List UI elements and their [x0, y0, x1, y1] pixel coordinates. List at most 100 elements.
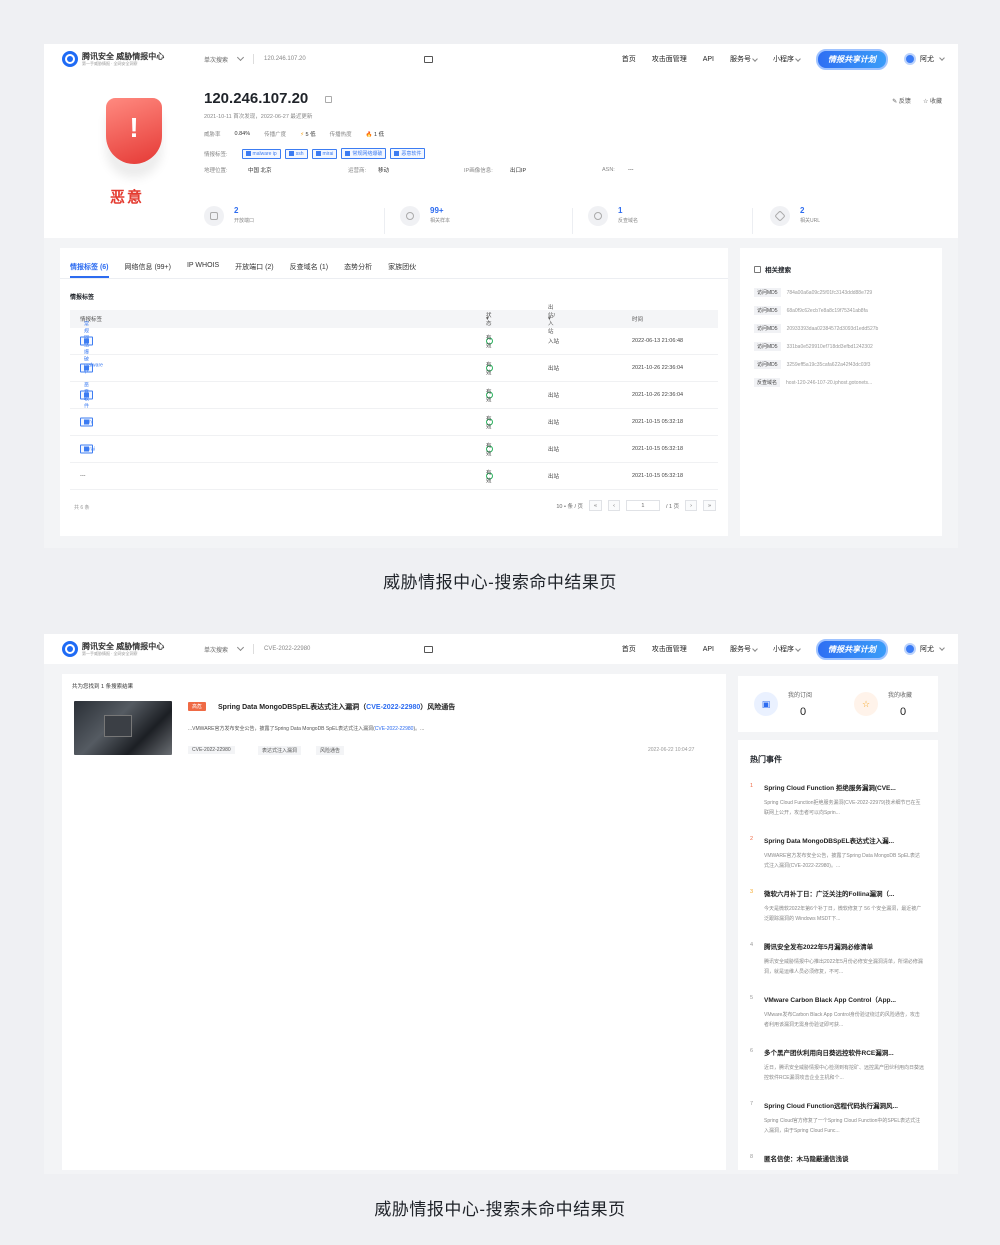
- direction-cell: 出站: [548, 393, 560, 399]
- my-favorites[interactable]: ☆ 我的收藏 0: [838, 686, 938, 726]
- tag-badge[interactable]: 常规网络爆破: [80, 321, 93, 362]
- ipinfo-value: 出口IP: [510, 168, 527, 174]
- stat-value: 2: [800, 206, 805, 215]
- logo[interactable]: 腾讯安全 威胁情报中心 第一手威胁情报 · 全网安全洞察: [62, 51, 190, 67]
- result-tag[interactable]: 表达式注入漏洞: [258, 746, 302, 755]
- related-value: 20933393daa02384572d3093d1edd527b: [786, 325, 879, 332]
- subscribe-icon: ▣: [754, 692, 778, 716]
- tag-label: 恶意软件: [401, 151, 422, 157]
- favorite-button[interactable]: ☆ 收藏: [923, 96, 942, 105]
- time-cell: 2021-10-26 22:36:04: [632, 365, 684, 371]
- search-input[interactable]: CVE-2022-22980: [264, 646, 414, 652]
- stat-urls[interactable]: 2 相关URL: [770, 206, 820, 226]
- tab-intel-tags[interactable]: 情报标签 (6): [70, 262, 109, 278]
- top-header: 腾讯安全 威胁情报中心 第一手威胁情报 · 全网安全洞察 单次搜索 120.24…: [44, 44, 958, 74]
- page-size-select[interactable]: 10 • 条 / 页: [556, 502, 583, 510]
- col-direction[interactable]: 出站/入站 ▾: [548, 305, 555, 335]
- chevron-down-icon[interactable]: [236, 643, 245, 652]
- article-thumbnail[interactable]: [74, 701, 172, 755]
- search-type-select[interactable]: 单次搜索: [204, 645, 228, 654]
- tab-network-info[interactable]: 网络信息 (99+): [125, 262, 171, 278]
- tag-badge[interactable]: mirai: [80, 444, 95, 454]
- nav-home[interactable]: 首页: [622, 54, 636, 64]
- nav-attack-surface[interactable]: 攻击面管理: [652, 644, 687, 654]
- tag-ssh[interactable]: ssh: [284, 148, 308, 159]
- nav-service-account[interactable]: 服务号: [730, 644, 758, 654]
- tag-malware-ip[interactable]: malware ip: [241, 148, 281, 159]
- stat-domains[interactable]: 1 反查域名: [588, 206, 638, 226]
- nav-api[interactable]: API: [703, 56, 714, 63]
- time-cell: 2022-06-13 21:06:48: [632, 338, 684, 344]
- related-item[interactable]: 访问MD5 68a0f9c62ecb7e8a8c19f75341ab8fa: [754, 306, 868, 315]
- tag-badge[interactable]: ssh: [80, 417, 93, 427]
- hot-event-title: VMware Carbon Black App Control（App...: [764, 997, 896, 1004]
- share-plan-button[interactable]: 情报共享计划: [816, 48, 888, 70]
- last-page-button[interactable]: »: [702, 500, 716, 511]
- related-item[interactable]: 访问MD5 784a00a6a09c25f01fc3143ddd88e729: [754, 288, 872, 297]
- port-icon: [204, 206, 224, 226]
- col-status[interactable]: 状态 ▾: [486, 313, 492, 327]
- search-input[interactable]: 120.246.107.20: [264, 56, 414, 62]
- result-tag[interactable]: 风险通告: [316, 746, 345, 755]
- tag-brute-force[interactable]: 常规网络爆破: [341, 148, 387, 159]
- chevron-down-icon: [795, 56, 801, 62]
- search-bar[interactable]: 单次搜索 120.246.107.20: [204, 53, 434, 64]
- my-subscriptions[interactable]: ▣ 我的订阅 0: [738, 686, 838, 726]
- tab-ip-whois[interactable]: IP WHOIS: [187, 262, 219, 278]
- folder-icon[interactable]: [424, 645, 434, 653]
- page-total: / 1 页: [665, 503, 680, 510]
- tags-label: 情报标签:: [204, 151, 228, 158]
- result-tag[interactable]: CVE-2022-22980: [188, 746, 235, 754]
- rank: 6: [750, 1048, 754, 1054]
- first-page-button[interactable]: «: [589, 500, 603, 511]
- nav-service-account[interactable]: 服务号: [730, 54, 758, 64]
- spread-label: 传播广度: [264, 132, 287, 138]
- favorite-label: 收藏: [929, 99, 942, 105]
- result-title[interactable]: Spring Data MongoDBSpEL表达式注入漏洞（CVE-2022-…: [218, 702, 455, 712]
- next-page-button[interactable]: ›: [685, 500, 697, 511]
- nav-mini-program[interactable]: 小程序: [773, 644, 801, 654]
- tag-badge[interactable]: malware ip: [80, 362, 103, 374]
- tab-family[interactable]: 家族团伙: [388, 262, 416, 278]
- related-item[interactable]: 访问MD5 331ba0e529910ef718dd3efbd1242302: [754, 342, 873, 351]
- threat-rate-label: 威胁率: [204, 132, 221, 138]
- tab-situation[interactable]: 态势分析: [344, 262, 372, 278]
- nav-home[interactable]: 首页: [622, 644, 636, 654]
- related-item[interactable]: 访问MD5 3259eff5a19c35cafa622a42f43dc03f3: [754, 360, 870, 369]
- tag-mirai[interactable]: mirai: [311, 148, 338, 159]
- table-header: 情报标签 状态 ▾ 出站/入站 ▾ 时间: [70, 305, 718, 335]
- folder-icon[interactable]: [424, 55, 434, 63]
- nav-attack-surface[interactable]: 攻击面管理: [652, 54, 687, 64]
- user-menu[interactable]: 阿尤: [904, 643, 945, 655]
- stat-open-ports[interactable]: 2 开放端口: [204, 206, 254, 226]
- fav-count: 0: [800, 706, 807, 718]
- related-search-card: 相关搜索 访问MD5 784a00a6a09c25f01fc3143ddd88e7…: [740, 248, 942, 536]
- chevron-down-icon[interactable]: [236, 53, 245, 62]
- tab-open-ports[interactable]: 开放端口 (2): [235, 262, 274, 278]
- prev-page-button[interactable]: ‹: [608, 500, 620, 511]
- nav-api[interactable]: API: [703, 646, 714, 653]
- related-item[interactable]: 访问MD5 20933393daa02384572d3093d1edd527b: [754, 324, 878, 333]
- related-item[interactable]: 反查域名 host-120-246-107-20.iphost.gotonets.…: [754, 378, 872, 387]
- page-input[interactable]: 1: [625, 500, 660, 511]
- tag-malware[interactable]: 恶意软件: [390, 148, 426, 159]
- logo[interactable]: 腾讯安全 威胁情报中心 第一手威胁情报 · 全网安全洞察: [62, 641, 190, 657]
- tag-label: ssh: [84, 419, 92, 425]
- result-title-cve: CVE-2022-22980: [366, 704, 421, 711]
- stat-samples[interactable]: 99+ 相关样本: [400, 206, 450, 226]
- tab-reverse-domains[interactable]: 反查域名 (1): [290, 262, 329, 278]
- share-plan-button[interactable]: 情报共享计划: [816, 638, 888, 660]
- user-menu[interactable]: 阿尤: [904, 53, 945, 65]
- search-type-select[interactable]: 单次搜索: [204, 55, 228, 64]
- search-bar[interactable]: 单次搜索 CVE-2022-22980: [204, 643, 434, 654]
- tag-badge[interactable]: 恶意软件: [80, 382, 93, 409]
- verdict-label: 恶意: [110, 189, 145, 206]
- result-count: 共为您找到 1 条搜索结果: [72, 684, 134, 690]
- copy-icon[interactable]: [325, 96, 332, 103]
- fav-count: 0: [900, 706, 907, 718]
- tag-cell: ---: [80, 473, 86, 479]
- feedback-button[interactable]: ✎ 反馈: [892, 96, 911, 105]
- table-row: mirai 有效 出站 2021-10-15 05:32:18: [70, 436, 718, 463]
- table-row: ssh 有效 出站 2021-10-15 05:32:18: [70, 409, 718, 436]
- nav-mini-program[interactable]: 小程序: [773, 54, 801, 64]
